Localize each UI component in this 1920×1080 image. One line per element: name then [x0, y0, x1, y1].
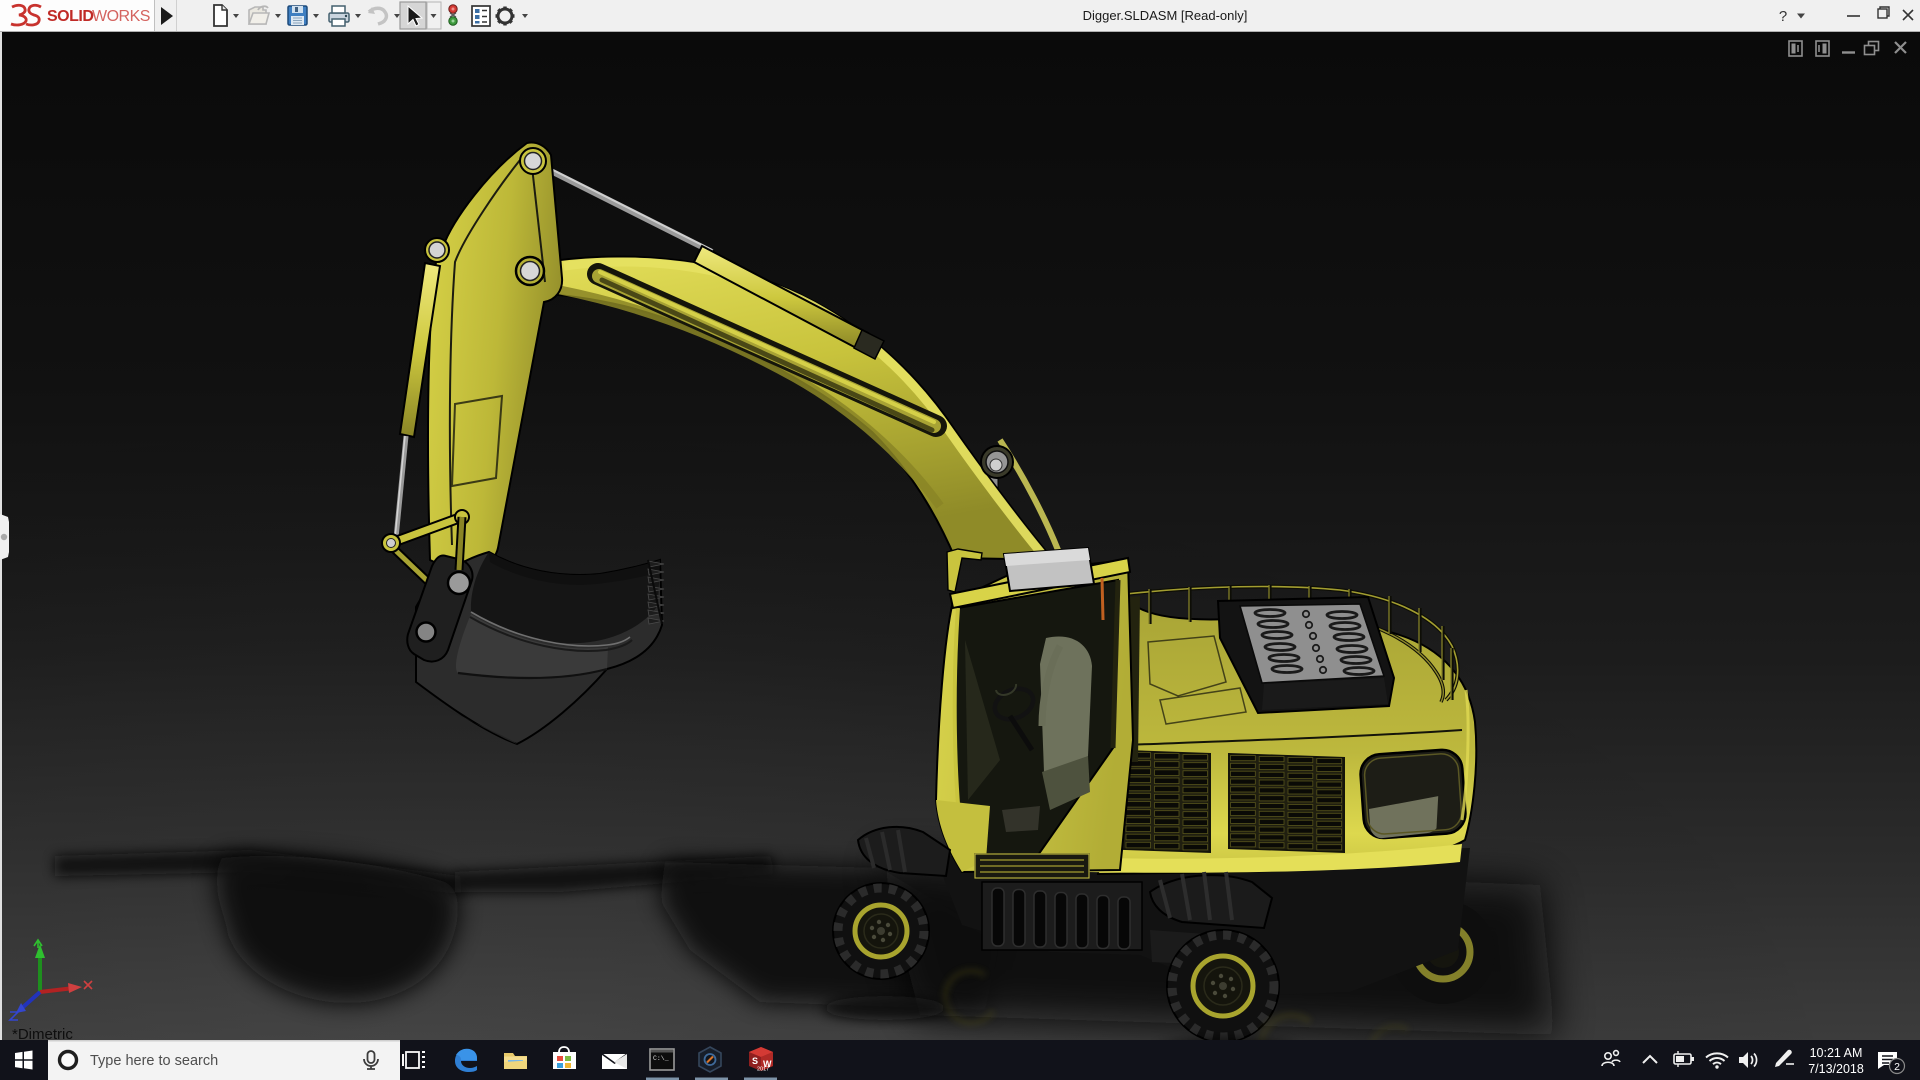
- svg-text:WORKS: WORKS: [92, 8, 150, 25]
- svg-text:7/13/2018: 7/13/2018: [1808, 1062, 1864, 1076]
- svg-text:?: ?: [1779, 8, 1787, 25]
- svg-text:2017: 2017: [757, 1067, 769, 1073]
- svg-text:2: 2: [1894, 1061, 1900, 1073]
- svg-text:S: S: [752, 1056, 758, 1066]
- svg-text:C:\_: C:\_: [653, 1055, 669, 1062]
- svg-text:SOLID: SOLID: [47, 8, 93, 25]
- svg-text:Digger.SLDASM [Read-only]: Digger.SLDASM [Read-only]: [1083, 8, 1248, 23]
- svg-text:10:21 AM: 10:21 AM: [1810, 1046, 1863, 1060]
- svg-text:Type here to search: Type here to search: [90, 1053, 218, 1069]
